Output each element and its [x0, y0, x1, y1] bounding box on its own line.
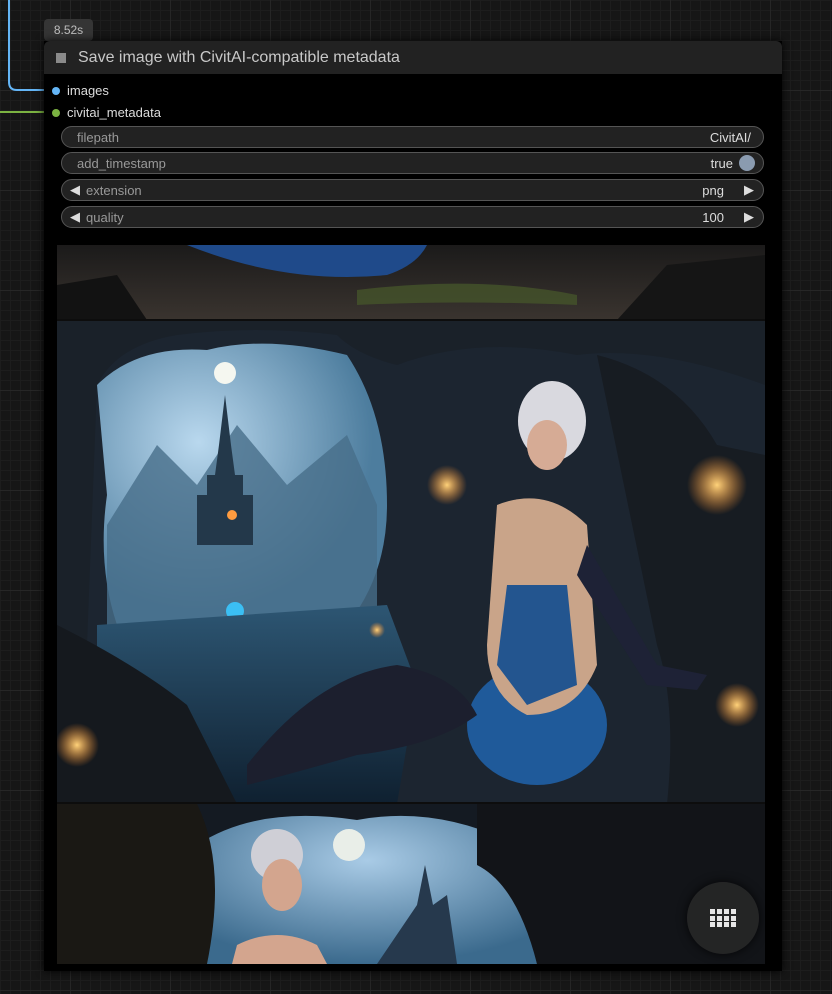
slot-dot-icon[interactable] [52, 108, 60, 117]
input-slot-civitai-metadata[interactable]: civitai_metadata [52, 105, 161, 120]
widget-label: add_timestamp [77, 155, 166, 171]
slot-label: civitai_metadata [67, 105, 161, 120]
extension-combo-widget[interactable]: ◀ extension png ▶ [61, 179, 764, 201]
widget-value: png [702, 182, 724, 198]
arrow-right-icon[interactable]: ▶ [742, 182, 756, 198]
execution-time-badge: 8.52s [44, 19, 93, 41]
grid-icon [710, 909, 736, 927]
quality-number-widget[interactable]: ◀ quality 100 ▶ [61, 206, 764, 228]
arrow-right-icon[interactable]: ▶ [742, 209, 756, 225]
filepath-widget[interactable]: filepath CivitAI/ [61, 126, 764, 148]
widget-label: filepath [77, 129, 119, 145]
node-title: Save image with CivitAI-compatible metad… [78, 48, 400, 66]
toggle-knob-icon[interactable] [739, 155, 755, 171]
image-preview[interactable] [57, 245, 765, 964]
collapse-toggle[interactable] [56, 52, 66, 63]
widget-label: quality [86, 209, 124, 225]
slot-dot-icon[interactable] [52, 86, 60, 95]
node-header[interactable]: Save image with CivitAI-compatible metad… [44, 41, 782, 74]
arrow-left-icon[interactable]: ◀ [68, 182, 82, 198]
arrow-left-icon[interactable]: ◀ [68, 209, 82, 225]
widget-value: 100 [702, 209, 724, 225]
input-slot-images[interactable]: images [52, 83, 109, 98]
widget-label: extension [86, 182, 142, 198]
widget-value: CivitAI/ [709, 129, 751, 145]
add-timestamp-toggle-widget[interactable]: add_timestamp true [61, 152, 764, 174]
widget-value: true [710, 155, 733, 171]
preview-image [57, 245, 765, 964]
save-image-node[interactable]: Save image with CivitAI-compatible metad… [44, 41, 782, 971]
slot-label: images [67, 83, 109, 98]
image-grid-toggle-button[interactable] [687, 882, 759, 954]
